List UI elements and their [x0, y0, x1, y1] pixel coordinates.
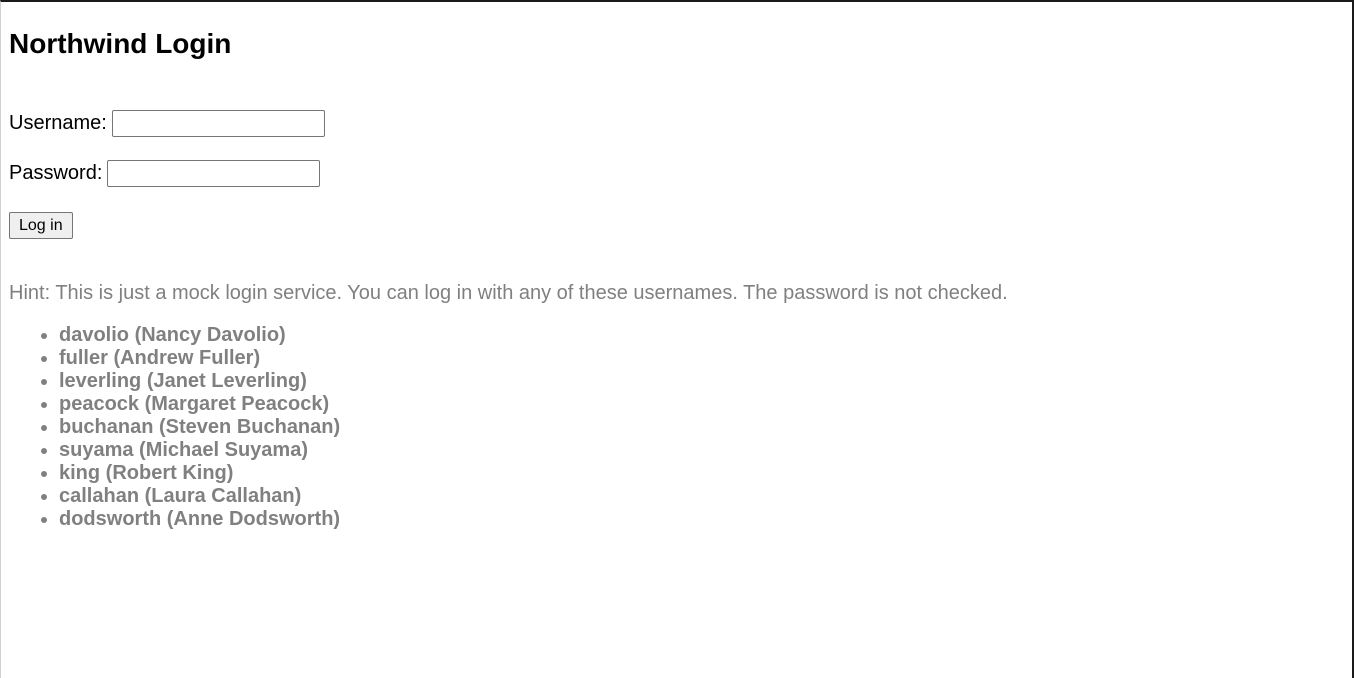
login-button[interactable]: Log in	[9, 212, 73, 239]
list-item: dodsworth (Anne Dodsworth)	[59, 508, 340, 531]
password-row: Password:	[9, 159, 321, 187]
list-item: fuller (Andrew Fuller)	[59, 347, 340, 370]
username-label: Username:	[9, 111, 107, 134]
list-item: king (Robert King)	[59, 462, 340, 485]
list-item: leverling (Janet Leverling)	[59, 370, 340, 393]
list-item: suyama (Michael Suyama)	[59, 439, 340, 462]
password-label: Password:	[9, 161, 103, 184]
username-row: Username:	[9, 109, 325, 137]
username-input[interactable]	[111, 109, 325, 137]
password-input[interactable]	[107, 159, 321, 187]
username-list: davolio (Nancy Davolio) fuller (Andrew F…	[9, 324, 340, 531]
list-item: peacock (Margaret Peacock)	[59, 393, 340, 416]
page-title: Northwind Login	[9, 28, 232, 59]
hint-text: Hint: This is just a mock login service.…	[9, 282, 1008, 304]
list-item: buchanan (Steven Buchanan)	[59, 416, 340, 439]
list-item: callahan (Laura Callahan)	[59, 485, 340, 508]
login-page: Northwind Login Username: Password: Log …	[0, 0, 1354, 678]
list-item: davolio (Nancy Davolio)	[59, 324, 340, 347]
